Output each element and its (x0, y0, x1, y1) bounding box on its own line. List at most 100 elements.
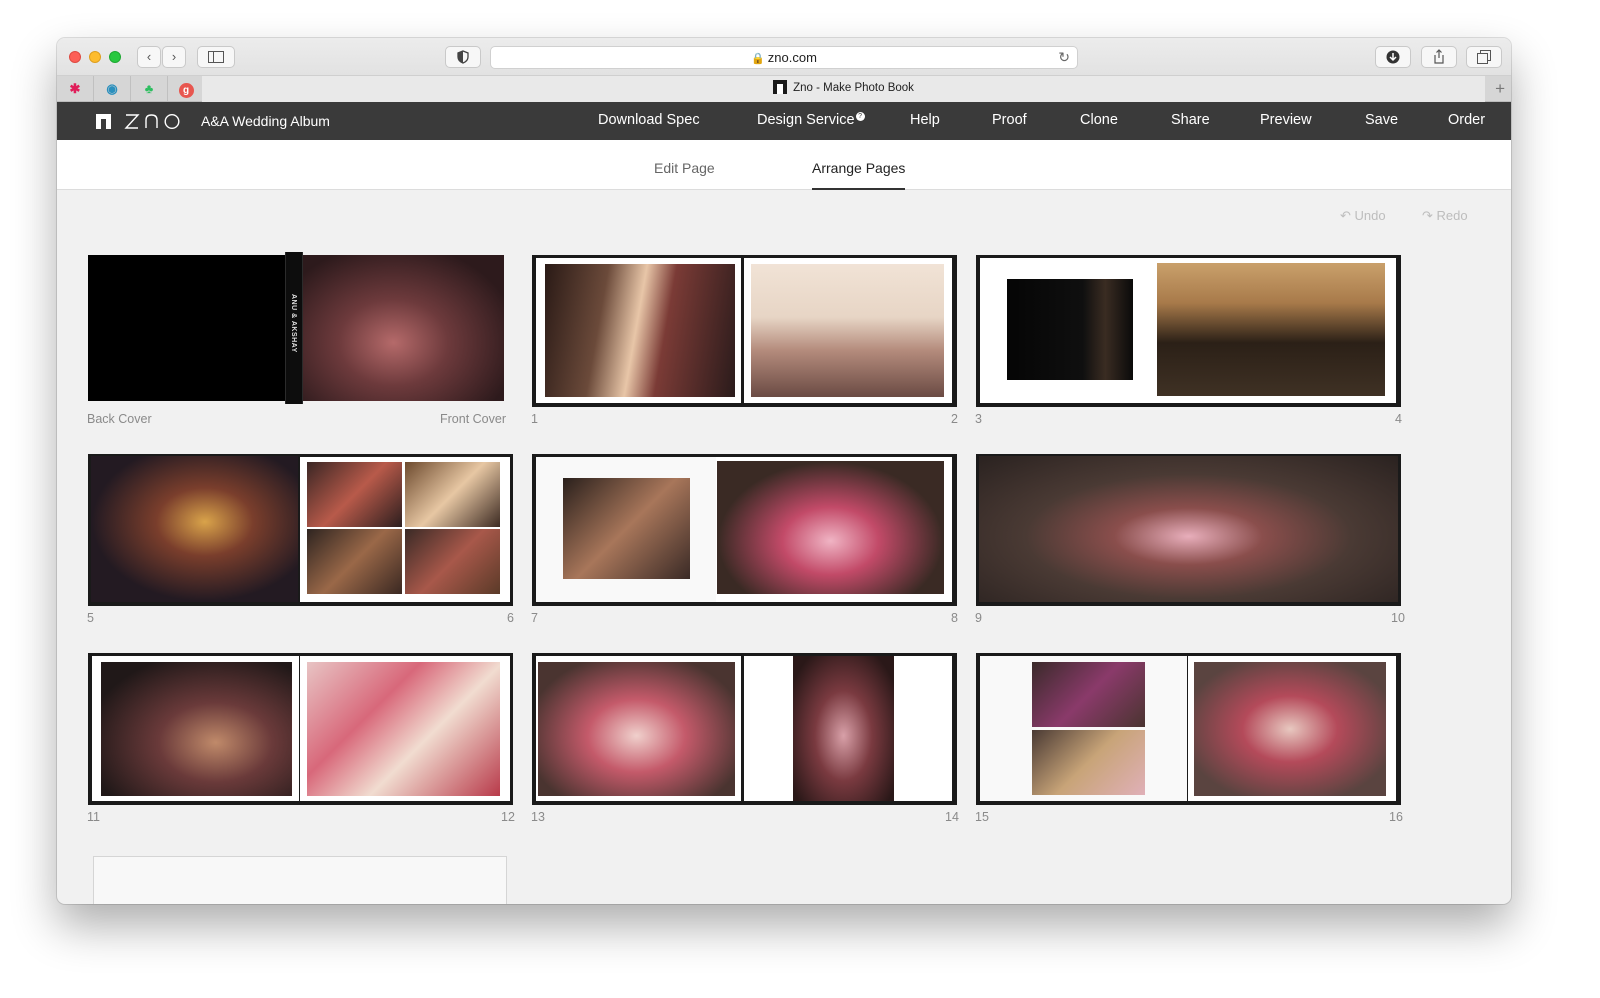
photo[interactable] (1007, 279, 1133, 380)
page-11[interactable] (92, 656, 299, 801)
photo[interactable] (1032, 662, 1145, 727)
photo[interactable] (405, 462, 500, 527)
spread-3-4[interactable] (976, 255, 1401, 407)
forward-button[interactable]: › (162, 46, 186, 68)
photo[interactable] (307, 529, 402, 594)
help-button[interactable]: Help (910, 112, 940, 128)
page-7[interactable] (536, 457, 716, 602)
zno-favicon-icon (773, 80, 788, 94)
editor-tabs: Edit Page Arrange Pages (57, 140, 1511, 190)
photo[interactable] (307, 462, 402, 527)
photo[interactable] (545, 264, 735, 397)
active-tab[interactable]: Zno - Make Photo Book (202, 76, 1485, 102)
page-2[interactable] (744, 258, 952, 403)
spread-7-8[interactable] (532, 454, 957, 606)
sidebar-icon (208, 51, 224, 63)
help-badge-icon: ? (855, 112, 865, 121)
spread-5-6[interactable] (88, 454, 513, 606)
privacy-report-button[interactable] (445, 46, 481, 68)
download-spec-button[interactable]: Download Spec (598, 112, 700, 128)
share-button[interactable]: Share (1171, 112, 1210, 128)
downloads-button[interactable] (1375, 46, 1411, 68)
pinned-tab-4[interactable]: g (168, 76, 205, 101)
spread-label-left: 11 (87, 810, 100, 824)
add-spread-slot[interactable] (93, 856, 507, 904)
page-15[interactable] (980, 656, 1187, 801)
photo[interactable] (91, 456, 298, 602)
spread-15-16[interactable] (976, 653, 1401, 805)
new-tab-button[interactable]: + (1495, 76, 1505, 101)
chevron-right-icon: › (171, 49, 177, 64)
clone-button[interactable]: Clone (1080, 112, 1118, 128)
design-service-button[interactable]: Design Service? (757, 112, 865, 128)
spread-label-right: 4 (1395, 412, 1402, 426)
undo-label: Undo (1354, 208, 1386, 223)
page-14[interactable] (744, 656, 952, 801)
preview-button[interactable]: Preview (1260, 112, 1312, 128)
photo[interactable] (563, 478, 690, 579)
globe-icon: ◉ (106, 81, 118, 96)
photo[interactable] (751, 264, 944, 397)
page-13[interactable] (536, 656, 741, 801)
page-3[interactable] (980, 258, 1156, 403)
tab-bar: ✱ ◉ ♣ g Zno - Make Photo Book + (57, 76, 1511, 102)
zno-logo[interactable] (124, 109, 182, 135)
spread-11-12[interactable] (88, 653, 513, 805)
page-4[interactable] (1156, 258, 1396, 403)
minimize-window-button[interactable] (89, 51, 101, 63)
share-sheet-button[interactable] (1421, 46, 1457, 68)
spread-label-right: 16 (1389, 810, 1403, 824)
shield-icon (457, 50, 469, 64)
tab-overview-button[interactable] (1466, 46, 1502, 68)
spread-label-right: 10 (1391, 611, 1405, 625)
back-button[interactable]: ‹ (137, 46, 161, 68)
undo-button[interactable]: ↶ Undo (1340, 208, 1386, 224)
spread-cover[interactable]: ANU & AKSHAY (88, 252, 504, 404)
tab-edit-page[interactable]: Edit Page (654, 160, 715, 176)
front-cover-photo[interactable] (303, 255, 504, 401)
spread-13-14[interactable] (532, 653, 957, 805)
pinned-tab-2[interactable]: ◉ (94, 76, 131, 101)
page-8[interactable] (716, 457, 952, 602)
page-12[interactable] (300, 656, 510, 801)
photo[interactable] (979, 456, 1398, 602)
spread-label-left: 13 (531, 810, 545, 824)
back-cover-page[interactable] (88, 255, 287, 401)
redo-button[interactable]: ↷ Redo (1422, 208, 1468, 224)
photo[interactable] (717, 461, 944, 594)
album-title[interactable]: A&A Wedding Album (201, 113, 330, 129)
spread-label-left: 7 (531, 611, 538, 625)
browser-window: ‹ › 🔒 zno.com ↻ ✱ ◉ ♣ g Zno - Make Photo … (57, 38, 1511, 904)
sidebar-toggle-button[interactable] (197, 46, 235, 68)
spread-9-10[interactable] (976, 454, 1401, 606)
proof-button[interactable]: Proof (992, 112, 1027, 128)
spine-text: ANU & AKSHAY (290, 294, 297, 353)
spread-1-2[interactable] (532, 255, 957, 407)
save-button[interactable]: Save (1365, 112, 1398, 128)
photo[interactable] (793, 656, 894, 801)
spread-label-right: 12 (501, 810, 515, 824)
photo[interactable] (538, 662, 735, 796)
page-1[interactable] (536, 258, 741, 403)
tabs-icon (1477, 50, 1491, 64)
photo[interactable] (307, 662, 500, 796)
photo[interactable] (1157, 263, 1385, 396)
photo[interactable] (405, 529, 500, 594)
spread-label-left: 3 (975, 412, 982, 426)
grammarly-icon: g (178, 83, 194, 98)
photo[interactable] (101, 662, 292, 796)
page-16[interactable] (1188, 656, 1396, 801)
zoom-window-button[interactable] (109, 51, 121, 63)
download-icon (1386, 50, 1400, 64)
reload-icon[interactable]: ↻ (1058, 47, 1070, 68)
close-window-button[interactable] (69, 51, 81, 63)
photo[interactable] (1194, 662, 1386, 796)
spread-label-left: Back Cover (87, 412, 152, 426)
address-bar[interactable]: 🔒 zno.com ↻ (490, 46, 1078, 69)
slack-pinned-tab[interactable]: ✱ (57, 76, 94, 101)
tab-arrange-pages[interactable]: Arrange Pages (812, 160, 906, 190)
photo[interactable] (1032, 730, 1145, 795)
page-6[interactable] (300, 457, 510, 602)
order-button[interactable]: Order (1448, 112, 1485, 128)
evernote-pinned-tab[interactable]: ♣ (131, 76, 168, 101)
